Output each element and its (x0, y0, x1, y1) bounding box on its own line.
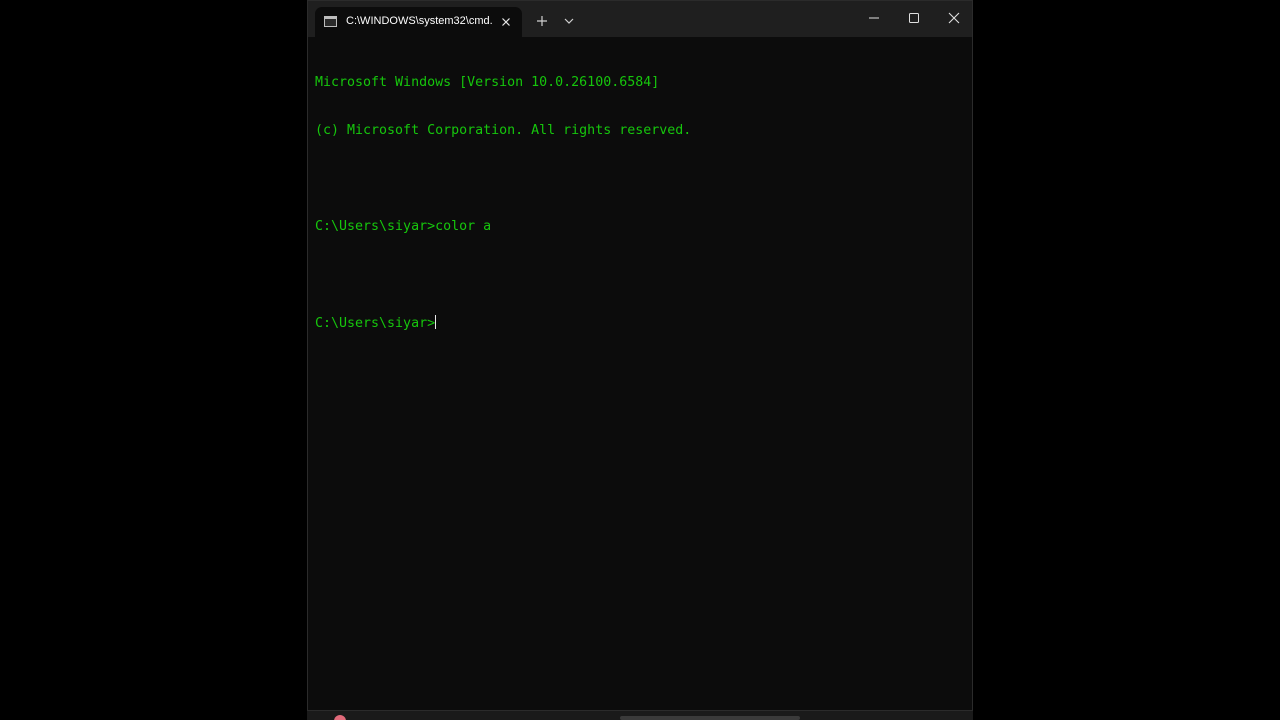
console-line: (c) Microsoft Corporation. All rights re… (315, 123, 692, 138)
chevron-down-icon[interactable] (562, 15, 576, 27)
taskbar-search-edge (620, 716, 800, 720)
tab-cmd[interactable]: C:\WINDOWS\system32\cmd. (315, 7, 522, 37)
minimize-button[interactable] (854, 1, 894, 35)
tab-close-icon[interactable] (499, 15, 513, 29)
plus-icon[interactable] (534, 13, 550, 29)
console-line: Microsoft Windows [Version 10.0.26100.65… (315, 75, 660, 90)
prompt-line[interactable]: C:\Users\siyar> (315, 315, 966, 331)
prompt-text: C:\Users\siyar> (315, 316, 436, 331)
text-cursor (435, 315, 437, 329)
maximize-button[interactable] (894, 1, 934, 35)
minimize-icon (869, 17, 879, 19)
console-line: C:\Users\siyar>color a (315, 219, 492, 234)
console-output[interactable]: Microsoft Windows [Version 10.0.26100.65… (315, 43, 966, 363)
close-icon (948, 12, 960, 24)
tab-title: C:\WINDOWS\system32\cmd. (346, 15, 493, 27)
close-button[interactable] (934, 1, 974, 35)
maximize-icon (909, 13, 919, 23)
cmd-window: C:\WINDOWS\system32\cmd. Microsoft Windo… (307, 0, 973, 711)
taskbar-app-icon (334, 715, 346, 720)
terminal-icon (324, 16, 337, 27)
title-bar[interactable]: C:\WINDOWS\system32\cmd. (308, 1, 972, 37)
screen: C:\WINDOWS\system32\cmd. Microsoft Windo… (0, 0, 1280, 720)
